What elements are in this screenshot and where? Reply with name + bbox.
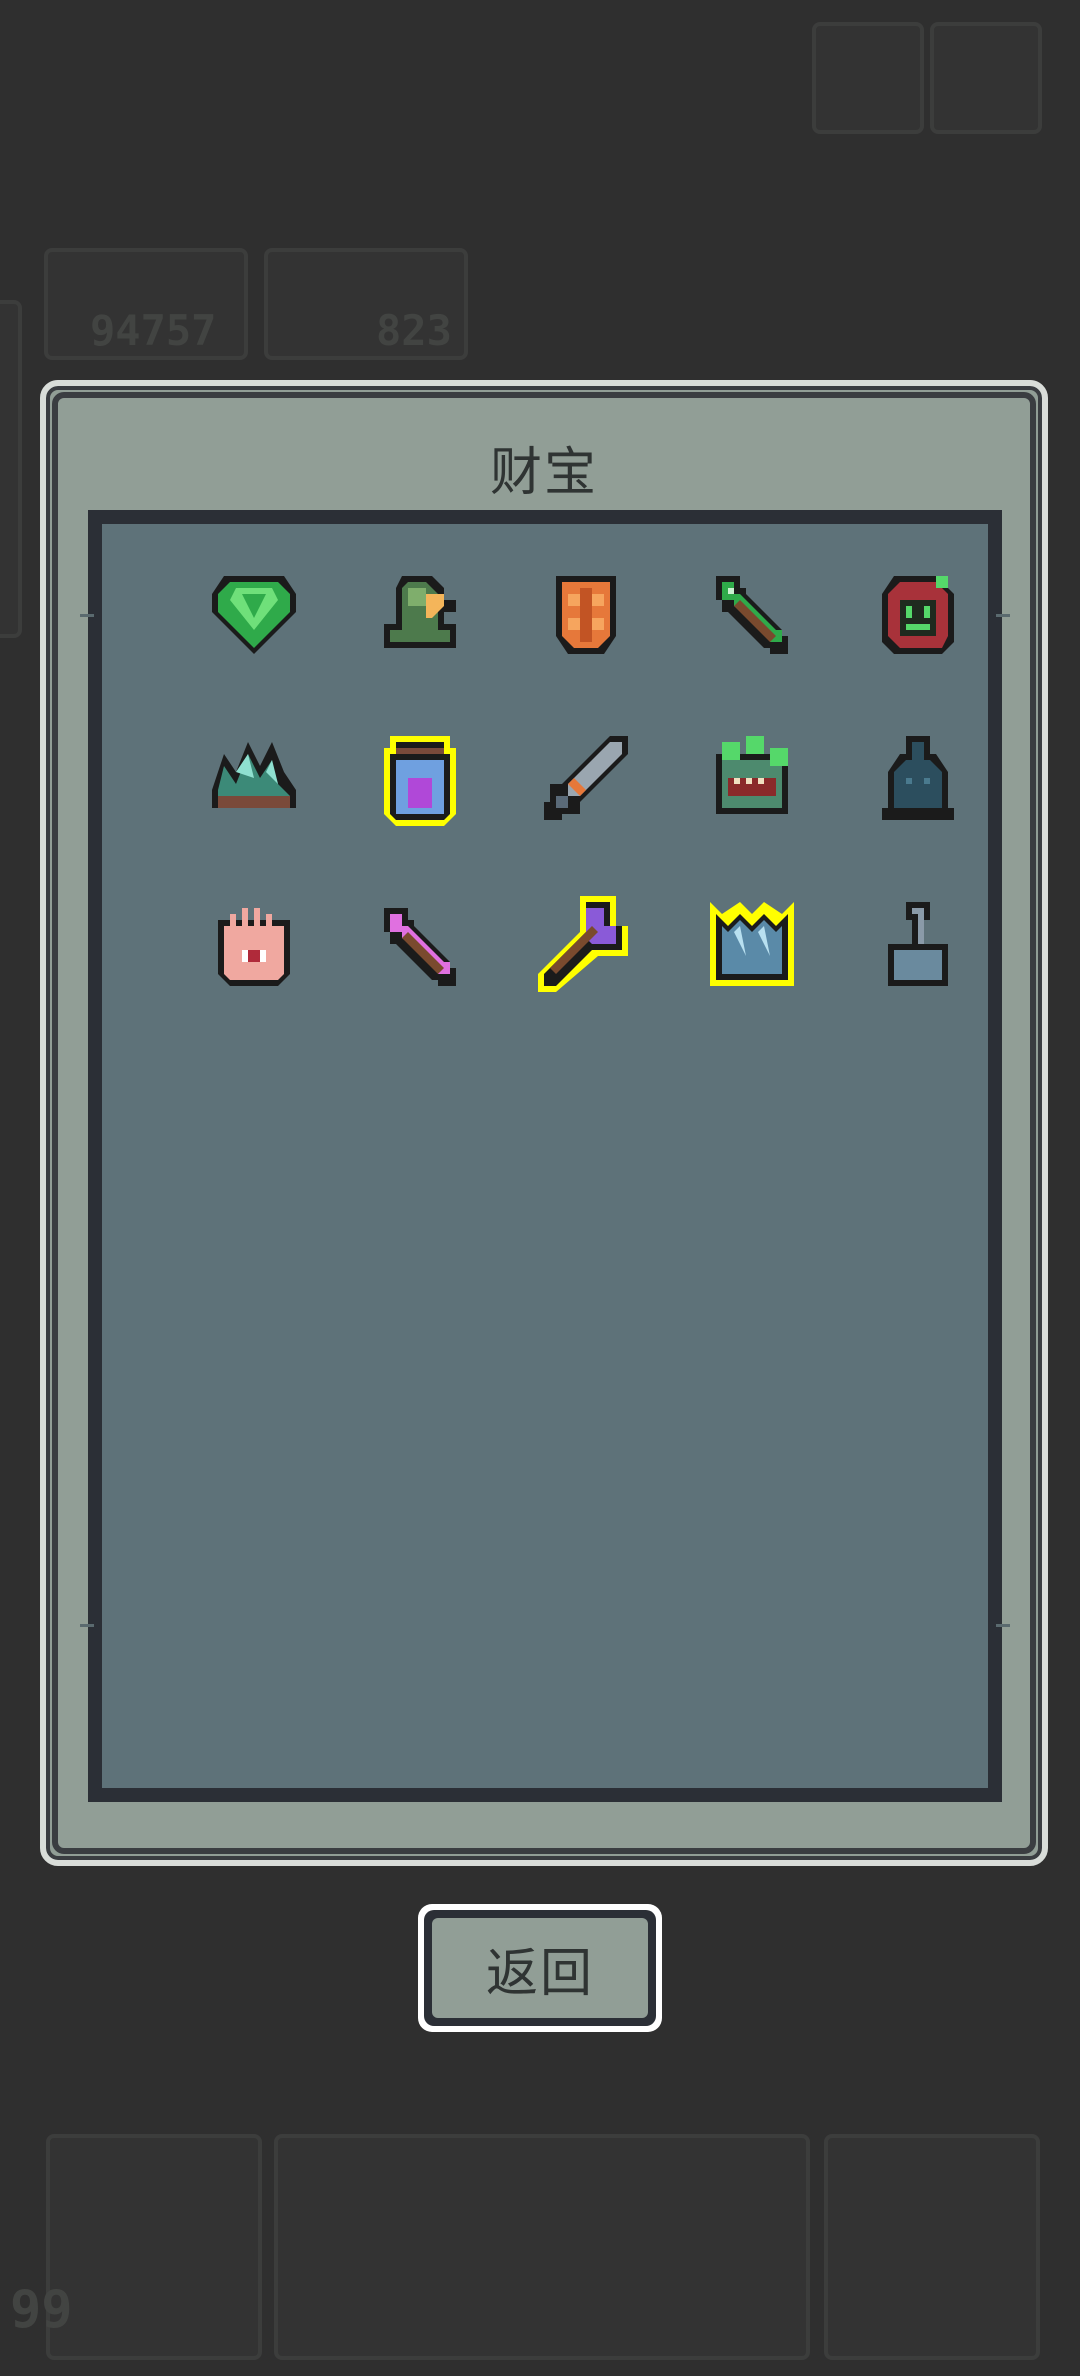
bottom-weapon-slot <box>46 2134 262 2360</box>
treasure-slot[interactable] <box>868 728 968 828</box>
orange-armor-icon <box>556 576 616 654</box>
treasure-slot[interactable] <box>702 894 802 994</box>
back-button[interactable]: 返回 <box>418 1904 662 2032</box>
treasure-slot[interactable] <box>868 562 968 662</box>
treasure-slot[interactable] <box>204 562 304 662</box>
treasure-slot[interactable] <box>370 728 470 828</box>
purple-potion-jar-icon <box>384 736 456 826</box>
green-arrow-icon <box>716 576 788 654</box>
treasure-grid-panel <box>80 510 1010 1802</box>
treasure-slot[interactable] <box>204 894 304 994</box>
treasure-slot[interactable] <box>702 562 802 662</box>
purple-axe-icon <box>538 896 628 992</box>
energy-count-text: 823 <box>376 306 452 355</box>
treasure-slot[interactable] <box>536 894 636 994</box>
back-button-frame: 返回 <box>424 1910 656 2026</box>
bottom-center-slot <box>274 2134 810 2360</box>
top-right-button-1 <box>812 22 924 134</box>
treasure-slot[interactable] <box>370 894 470 994</box>
dagger-icon <box>544 736 628 820</box>
panel-notch <box>996 1624 1010 1627</box>
gem-count-text: 94757 <box>90 306 217 355</box>
left-edge-tab <box>0 300 22 638</box>
treasure-slot[interactable] <box>370 562 470 662</box>
bottom-hero-slot <box>824 2134 1040 2360</box>
mimic-chest-icon <box>716 736 788 814</box>
level-badge-text: 99 <box>10 2280 73 2340</box>
treasure-slot[interactable] <box>702 728 802 828</box>
dialog-title: 财宝 <box>489 443 598 503</box>
dark-bell-icon <box>882 736 954 820</box>
panel-notch <box>80 1624 94 1627</box>
treasure-slot[interactable] <box>204 728 304 828</box>
treasure-dialog: 财宝 <box>40 380 1048 1866</box>
back-button-label: 返回 <box>432 1918 648 2018</box>
lever-switch-icon <box>888 902 948 986</box>
eye-palm-icon <box>218 908 290 986</box>
top-right-button-2 <box>930 22 1042 134</box>
red-hood-icon <box>882 576 954 654</box>
treasure-slot[interactable] <box>536 728 636 828</box>
ice-crystal-icon <box>710 902 794 986</box>
panel-notch <box>80 614 94 617</box>
crystal-rock-icon <box>212 742 296 808</box>
treasure-slot[interactable] <box>868 894 968 994</box>
pink-arrow-icon <box>384 908 456 986</box>
panel-notch <box>996 614 1010 617</box>
emerald-gem-icon <box>212 576 296 654</box>
treasure-slot[interactable] <box>536 562 636 662</box>
green-helmet-icon <box>384 576 456 648</box>
